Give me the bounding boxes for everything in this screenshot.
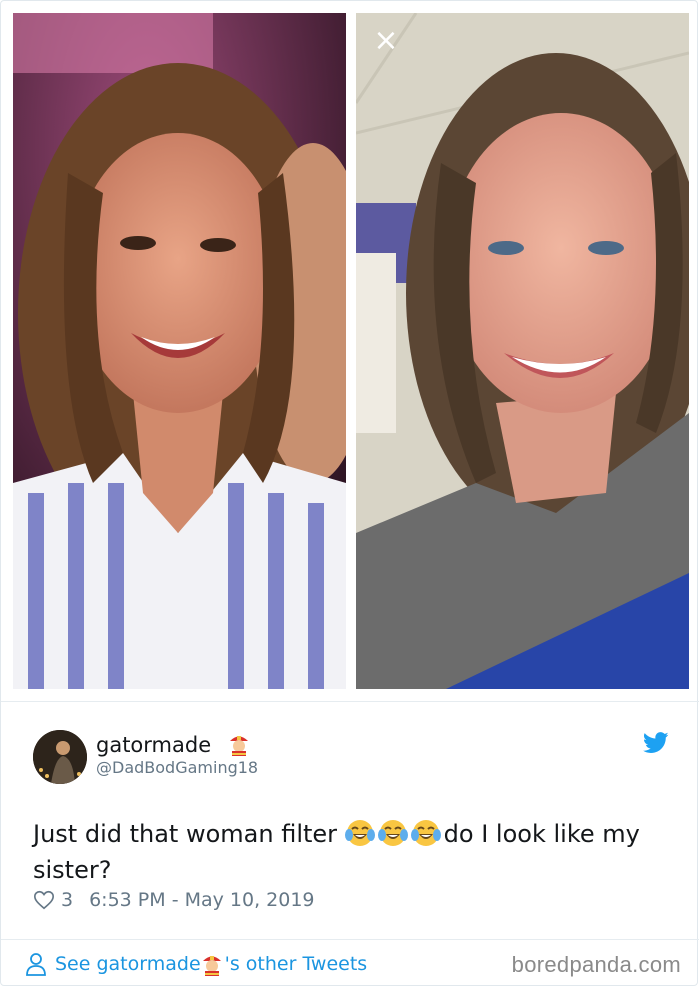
watermark: boredpanda.com xyxy=(511,952,681,977)
tweet-text-before: Just did that woman filter xyxy=(33,820,345,848)
photo-left-image xyxy=(13,13,346,689)
display-name[interactable]: gatormade xyxy=(96,732,250,757)
tweet-text: Just did that woman filter do I look lik… xyxy=(33,816,673,888)
display-name-text: gatormade xyxy=(96,733,212,757)
photo-left[interactable] xyxy=(13,13,346,689)
media-divider xyxy=(1,701,699,702)
see-other-tweets-suffix: 's other Tweets xyxy=(224,953,368,975)
close-icon: × xyxy=(373,23,399,58)
like-count[interactable]: 3 xyxy=(61,889,73,911)
face-with-tears-of-joy-icon xyxy=(377,820,408,846)
close-button[interactable]: × xyxy=(368,23,404,59)
photo-right-image xyxy=(356,13,689,689)
twitter-bird-icon[interactable] xyxy=(643,732,669,754)
firefighter-emoji-icon xyxy=(202,956,221,976)
heart-icon[interactable] xyxy=(33,889,55,911)
face-with-tears-of-joy-icon xyxy=(410,820,441,846)
tweet-card: × gatormade @DadBodGaming18 Just did tha… xyxy=(0,0,699,986)
tweet-media[interactable]: × xyxy=(13,13,689,689)
firefighter-emoji-icon xyxy=(229,736,248,756)
timestamp[interactable]: 6:53 PM - May 10, 2019 xyxy=(89,889,314,911)
avatar-image xyxy=(33,730,87,784)
tweet-meta: 3 6:53 PM - May 10, 2019 xyxy=(33,887,315,913)
handle[interactable]: @DadBodGaming18 xyxy=(96,758,258,777)
face-with-tears-of-joy-icon xyxy=(344,820,375,846)
avatar[interactable] xyxy=(33,730,87,784)
see-other-tweets-prefix: See gatormade xyxy=(55,953,201,975)
footer-divider xyxy=(1,939,699,940)
photo-right[interactable] xyxy=(356,13,689,689)
see-other-tweets-link[interactable]: See gatormade 's other Tweets xyxy=(25,950,367,978)
person-icon xyxy=(26,953,46,976)
